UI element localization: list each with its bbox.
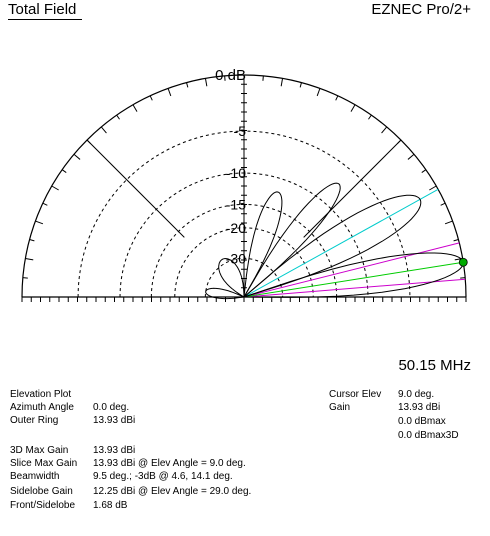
angle-tick (116, 114, 120, 120)
info-value: 0.0 dBmax (398, 416, 446, 427)
pattern-lobe (243, 252, 464, 298)
angle-tick (440, 202, 446, 206)
angle-tick (316, 88, 321, 97)
info-value: 12.25 dBi @ Elev Angle = 29.0 deg. (93, 486, 252, 497)
angle-tick (167, 88, 172, 97)
info-value: 0.0 deg. (93, 402, 130, 413)
angle-tick (100, 126, 107, 134)
info-value: 1.68 dB (93, 500, 128, 511)
angle-tick (453, 239, 459, 242)
info-label: Azimuth Angle (10, 402, 74, 413)
info-label: 3D Max Gain (10, 445, 69, 456)
angle-tick (25, 257, 34, 261)
angle-tick (350, 104, 356, 112)
pattern-lobe (243, 182, 341, 298)
cursor-line (243, 261, 464, 298)
angle-tick (444, 220, 453, 225)
ring-label: -5 (234, 123, 247, 139)
angle-tick (280, 78, 284, 87)
angle-tick (204, 78, 208, 87)
grid-line-135 (86, 139, 185, 238)
info-value: 9.0 deg. (398, 389, 435, 400)
angle-tick (397, 139, 402, 144)
info-value: 13.93 dBi (93, 445, 136, 456)
grid-line-45 (303, 139, 402, 238)
ring-label: -20 (226, 220, 246, 236)
info-label: Sidelobe Gain (10, 486, 73, 497)
info-label: Outer Ring (10, 415, 59, 426)
info-value: 13.93 dBi @ Elev Angle = 9.0 deg. (93, 458, 246, 469)
angle-tick (407, 153, 415, 160)
info-label: Slice Max Gain (10, 458, 78, 469)
angle-tick (51, 185, 59, 191)
ring-label: -30 (226, 250, 246, 266)
info-value: 9.5 deg.; -3dB @ 4.6, 14.1 deg. (93, 471, 233, 482)
ring-label: -15 (226, 196, 246, 212)
elevation-polar-plot[interactable]: 0 dB -5 -10 -15 -20 -30 (0, 0, 490, 330)
angle-tick (381, 126, 388, 134)
cursor-dot (458, 257, 468, 267)
info-label: Beamwidth (10, 471, 60, 482)
info-value: 0.0 dBmax3D (398, 430, 459, 441)
info-value: 13.93 dBi (398, 402, 441, 413)
ring-label: -10 (226, 165, 246, 181)
ring-labels: 0 dB -5 -10 -15 -20 -30 (215, 67, 246, 266)
angle-tick (335, 95, 339, 101)
info-label: Front/Sidelobe (10, 500, 76, 511)
info-label: Elevation Plot (10, 389, 72, 400)
angle-tick (29, 239, 35, 242)
angle-tick (421, 169, 427, 173)
angle-tick (368, 114, 372, 120)
ring-label: 0 dB (215, 67, 246, 84)
angle-tick (149, 95, 153, 101)
angle-tick (42, 202, 48, 206)
angle-tick (73, 153, 81, 160)
angle-tick (132, 104, 138, 112)
angle-tick (35, 220, 44, 225)
angle-tick (299, 82, 302, 88)
angle-tick (86, 139, 91, 144)
angle-tick (186, 82, 189, 88)
info-label: Gain (329, 402, 351, 413)
angle-tick (61, 169, 67, 173)
frequency-readout: 50.15 MHz (398, 357, 471, 374)
info-label: Cursor Elev (329, 389, 382, 400)
angle-tick (429, 185, 437, 191)
info-value: 13.93 dBi (93, 415, 136, 426)
